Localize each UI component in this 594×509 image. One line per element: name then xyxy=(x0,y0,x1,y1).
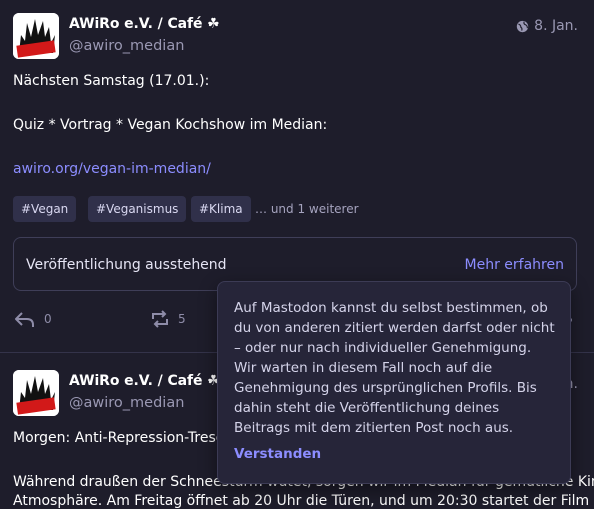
display-name[interactable]: AWiRo e.V. / Café ☘ xyxy=(69,373,220,389)
post-text-line: Quiz * Vortrag * Vegan Kochshow im Media… xyxy=(13,117,328,133)
learn-more-link[interactable]: Mehr erfahren xyxy=(465,257,564,273)
reply-icon xyxy=(15,312,34,327)
post-link[interactable]: awiro.org/vegan-im-median/ xyxy=(13,161,211,177)
reply-button[interactable]: 0 xyxy=(14,310,52,328)
globe-icon xyxy=(516,20,529,32)
quote-status: Veröffentlichung ausstehend xyxy=(26,257,227,273)
hashtag-klima[interactable]: #Klima xyxy=(191,196,251,222)
popover-text: Auf Mastodon kannst du selbst bestimmen,… xyxy=(234,300,555,436)
understood-button[interactable]: Verstanden xyxy=(234,446,321,462)
boost-count: 5 xyxy=(178,312,186,326)
avatar-logo-icon xyxy=(13,370,59,416)
post-text-line: Nächsten Samstag (17.01.): xyxy=(13,73,210,89)
post-text-line: Morgen: Anti-Repression-Tresen xyxy=(13,430,234,446)
avatar[interactable] xyxy=(13,370,59,416)
post-text-line: Atmosphäre. Am Freitag öffnet ab 20 Uhr … xyxy=(13,493,590,509)
account-handle[interactable]: @awiro_median xyxy=(69,395,184,411)
hashtag-vegan[interactable]: #Vegan xyxy=(13,196,77,222)
more-hashtags[interactable]: … und 1 weiterer xyxy=(255,202,359,216)
avatar[interactable] xyxy=(13,13,59,59)
avatar-logo-icon xyxy=(13,13,59,59)
account-handle[interactable]: @awiro_median xyxy=(69,38,184,54)
post-date[interactable]: 8. Jan. xyxy=(534,18,578,34)
hashtag-veganismus[interactable]: #Veganismus xyxy=(88,196,187,222)
boost-button[interactable]: 5 xyxy=(150,310,186,328)
quote-info-popover: Auf Mastodon kannst du selbst bestimmen,… xyxy=(217,281,571,484)
reply-count: 0 xyxy=(44,312,52,326)
post-meta: 8. Jan. xyxy=(516,18,578,34)
boost-icon xyxy=(152,310,168,328)
display-name[interactable]: AWiRo e.V. / Café ☘ xyxy=(69,16,220,32)
